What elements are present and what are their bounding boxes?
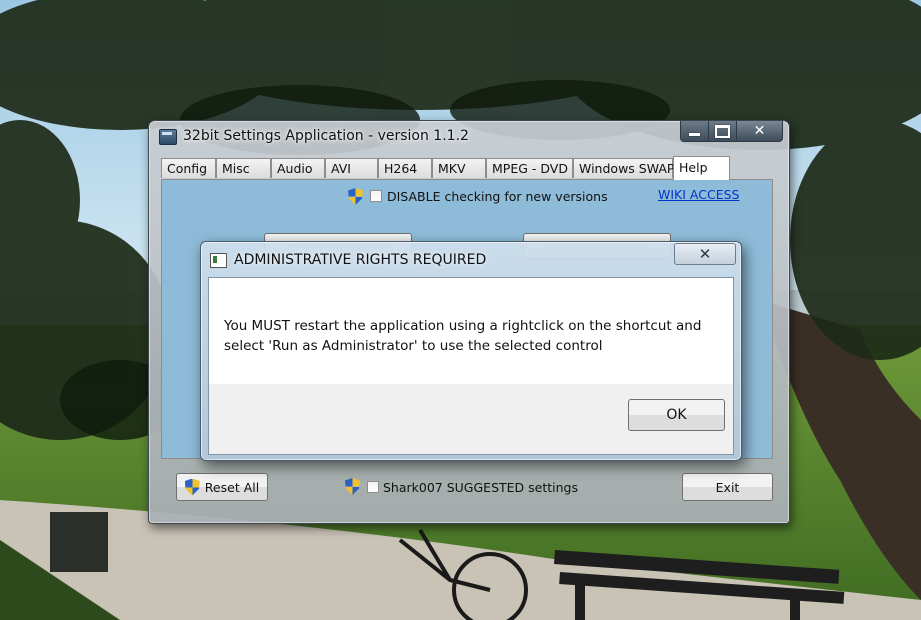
dialog-title: ADMINISTRATIVE RIGHTS REQUIRED <box>234 252 487 268</box>
close-icon: ✕ <box>698 245 712 263</box>
dialog-message: You MUST restart the application using a… <box>224 316 724 356</box>
dialog-message-line: select 'Run as Administrator' to use the… <box>224 338 603 354</box>
close-icon: ✕ <box>753 123 766 139</box>
tab-misc[interactable]: Misc <box>216 158 271 178</box>
minimize-button[interactable] <box>680 121 709 142</box>
disable-version-check-checkbox[interactable] <box>370 190 382 202</box>
suggested-settings-label: Shark007 SUGGESTED settings <box>383 480 578 495</box>
tab-config[interactable]: Config <box>161 158 216 178</box>
tab-windows-swap[interactable]: Windows SWAP <box>573 158 674 178</box>
exit-button[interactable]: Exit <box>682 473 773 501</box>
tab-mkv[interactable]: MKV <box>432 158 486 178</box>
wiki-access-link[interactable]: WIKI ACCESS <box>658 187 739 202</box>
uac-shield-icon <box>184 478 200 496</box>
dialog-close-button[interactable]: ✕ <box>674 243 736 265</box>
uac-shield-icon <box>345 478 360 495</box>
tab-mpeg-dvd[interactable]: MPEG - DVD <box>486 158 573 178</box>
suggested-settings-checkbox[interactable] <box>367 481 379 493</box>
app-window-title: 32bit Settings Application - version 1.1… <box>183 128 469 144</box>
tab-h264[interactable]: H264 <box>378 158 432 178</box>
admin-rights-dialog: ADMINISTRATIVE RIGHTS REQUIRED ✕ You MUS… <box>200 241 742 461</box>
uac-shield-icon <box>348 188 363 205</box>
maximize-button[interactable] <box>709 121 737 142</box>
reset-all-label: Reset All <box>204 479 260 495</box>
dialog-content: You MUST restart the application using a… <box>208 277 734 455</box>
app-icon <box>159 129 177 145</box>
maximize-icon <box>715 124 730 138</box>
tab-help[interactable]: Help <box>673 156 730 180</box>
tab-audio[interactable]: Audio <box>271 158 325 178</box>
minimize-icon <box>689 133 700 136</box>
window-caption-buttons: ✕ <box>680 121 783 142</box>
close-button[interactable]: ✕ <box>737 121 783 142</box>
reset-all-button[interactable]: Reset All <box>176 473 268 501</box>
dialog-footer: OK <box>209 384 733 454</box>
disable-version-check-label: DISABLE checking for new versions <box>387 189 608 204</box>
ok-button[interactable]: OK <box>628 399 725 431</box>
dialog-message-line: You MUST restart the application using a… <box>224 318 702 334</box>
dialog-app-icon <box>210 253 227 268</box>
tab-avi[interactable]: AVI <box>325 158 378 178</box>
